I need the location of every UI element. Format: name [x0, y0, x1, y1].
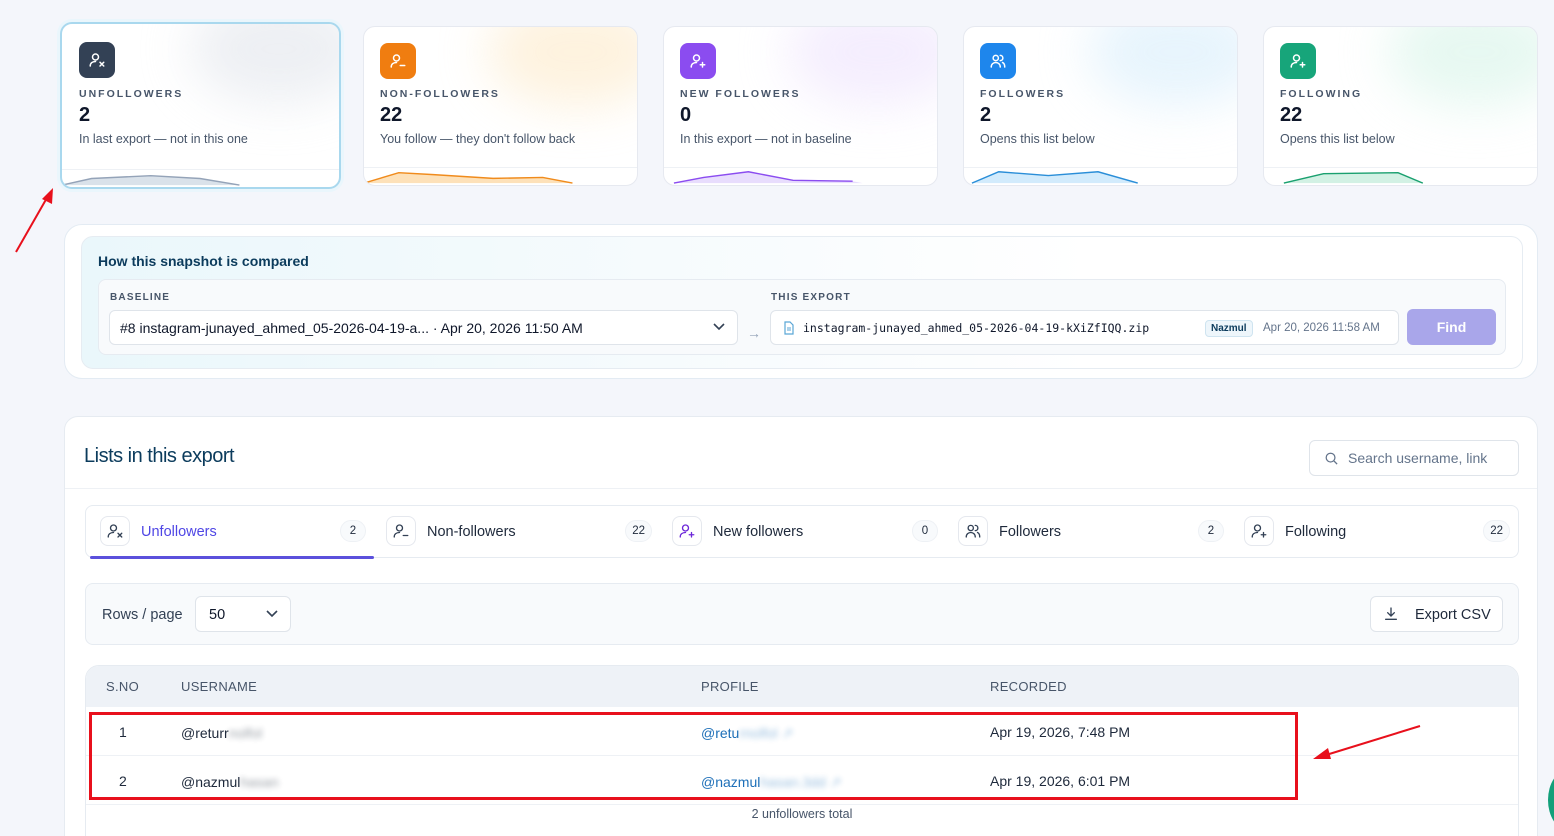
user-plus-icon — [1280, 43, 1316, 79]
tab-new-followers[interactable]: New followers 0 — [660, 506, 946, 557]
baseline-select[interactable]: #8 instagram-junayed_ahmed_05-2026-04-19… — [109, 310, 738, 345]
tab-following[interactable]: Following 22 — [1232, 506, 1518, 557]
column-header-recorded: RECORDED — [990, 679, 1067, 694]
download-icon — [1385, 607, 1397, 620]
stat-description: You follow — they don't follow back — [380, 132, 576, 146]
stat-card-non-followers[interactable]: NON-FOLLOWERS 22 You follow — they don't… — [363, 26, 638, 186]
baseline-label: BASELINE — [110, 292, 171, 303]
user-x-icon — [100, 516, 130, 546]
compare-inner: How this snapshot is compared BASELINE #… — [81, 236, 1523, 369]
column-header-sno: S.NO — [106, 679, 139, 694]
table-footer-total: 2 unfollowers total — [751, 807, 853, 821]
stat-label: FOLLOWING — [1280, 88, 1363, 100]
compare-row: BASELINE #8 instagram-junayed_ahmed_05-2… — [98, 279, 1506, 355]
chevron-down-icon — [713, 323, 725, 331]
user-plus-icon — [1244, 516, 1274, 546]
card-glow — [1087, 27, 1237, 107]
tab-unfollowers[interactable]: Unfollowers 2 — [88, 506, 374, 559]
export-filename: instagram-junayed_ahmed_05-2026-04-19-kX… — [803, 321, 1150, 335]
stat-description: In this export — not in baseline — [680, 132, 852, 146]
annotation-highlight-box — [89, 712, 1298, 800]
stat-card-followers[interactable]: FOLLOWERS 2 Opens this list below — [963, 26, 1238, 186]
annotation-arrow — [1313, 725, 1421, 759]
stat-value: 22 — [380, 104, 403, 126]
card-glow — [787, 27, 937, 107]
export-owner-badge: Nazmul — [1205, 320, 1253, 337]
list-tabs: Unfollowers 2 Non-followers 22 New follo… — [85, 505, 1519, 559]
tab-label: Non-followers — [427, 524, 516, 540]
tab-non-followers[interactable]: Non-followers 22 — [374, 506, 660, 557]
user-minus-icon — [380, 43, 416, 79]
sparkline — [1264, 167, 1537, 184]
stat-value: 0 — [680, 104, 692, 126]
stat-value: 2 — [79, 104, 91, 126]
stat-label: NEW FOLLOWERS — [680, 88, 801, 100]
card-glow — [1387, 27, 1537, 107]
sparkline — [364, 167, 637, 184]
users-icon — [958, 516, 988, 546]
rows-per-page-label: Rows / page — [102, 607, 183, 623]
user-plus-icon — [680, 43, 716, 79]
stat-card-unfollowers[interactable]: UNFOLLOWERS 2 In last export — not in th… — [60, 22, 341, 189]
stat-label: NON-FOLLOWERS — [380, 88, 500, 100]
user-x-icon — [79, 42, 115, 78]
tab-label: Followers — [999, 524, 1062, 540]
column-header-profile: PROFILE — [701, 679, 759, 694]
sparkline — [62, 169, 339, 186]
lists-header: Lists in this export — [65, 417, 1537, 489]
table-header: S.NO USERNAME PROFILE RECORDED — [86, 666, 1518, 707]
chevron-down-icon — [266, 610, 278, 618]
tab-count: 0 — [912, 520, 938, 542]
active-tab-underline — [90, 556, 374, 559]
tab-count: 22 — [625, 520, 652, 542]
this-export-label: THIS EXPORT — [771, 292, 851, 303]
lists-title: Lists in this export — [84, 445, 235, 467]
search-input[interactable] — [1348, 450, 1516, 466]
rows-per-page-value: 50 — [209, 607, 226, 623]
find-button[interactable]: Find — [1407, 309, 1496, 345]
tab-count: 2 — [1198, 520, 1224, 542]
file-icon — [784, 321, 794, 335]
stat-card-following[interactable]: FOLLOWING 22 Opens this list below — [1263, 26, 1538, 186]
stat-label: UNFOLLOWERS — [79, 88, 184, 100]
tab-count: 2 — [340, 520, 366, 542]
tab-label: New followers — [713, 524, 804, 540]
stat-description: In last export — not in this one — [79, 132, 248, 146]
export-date: Apr 20, 2026 11:58 AM — [1263, 322, 1380, 334]
annotation-arrow — [15, 188, 53, 253]
stat-label: FOLLOWERS — [980, 88, 1066, 100]
export-csv-label: Export CSV — [1415, 607, 1491, 623]
export-csv-button[interactable]: Export CSV — [1370, 596, 1503, 632]
this-export-field: instagram-junayed_ahmed_05-2026-04-19-kX… — [770, 310, 1399, 345]
stat-description: Opens this list below — [980, 132, 1095, 146]
user-plus-icon — [672, 516, 702, 546]
sparkline — [964, 167, 1237, 184]
sparkline — [664, 167, 937, 184]
stat-description: Opens this list below — [1280, 132, 1395, 146]
stat-value: 2 — [980, 104, 992, 126]
tab-count: 22 — [1483, 520, 1510, 542]
snapshot-compare-panel: How this snapshot is compared BASELINE #… — [64, 224, 1538, 379]
baseline-value: #8 instagram-junayed_ahmed_05-2026-04-19… — [120, 320, 583, 336]
search-box[interactable] — [1309, 440, 1519, 476]
column-header-username: USERNAME — [181, 679, 258, 694]
stat-value: 22 — [1280, 104, 1303, 126]
compare-title: How this snapshot is compared — [98, 253, 309, 269]
stat-card-new-followers[interactable]: NEW FOLLOWERS 0 In this export — not in … — [663, 26, 938, 186]
rows-per-page-select[interactable]: 50 — [195, 596, 291, 632]
floating-action-button[interactable] — [1548, 770, 1554, 830]
tab-label: Unfollowers — [141, 524, 217, 540]
table-toolbar: Rows / page 50 Export CSV — [85, 583, 1519, 645]
users-icon — [980, 43, 1016, 79]
user-minus-icon — [386, 516, 416, 546]
card-glow — [189, 24, 339, 104]
tab-label: Following — [1285, 524, 1347, 540]
card-glow — [487, 27, 637, 107]
tab-followers[interactable]: Followers 2 — [946, 506, 1232, 557]
arrow-right-icon: → — [747, 325, 761, 341]
search-icon — [1325, 452, 1338, 465]
